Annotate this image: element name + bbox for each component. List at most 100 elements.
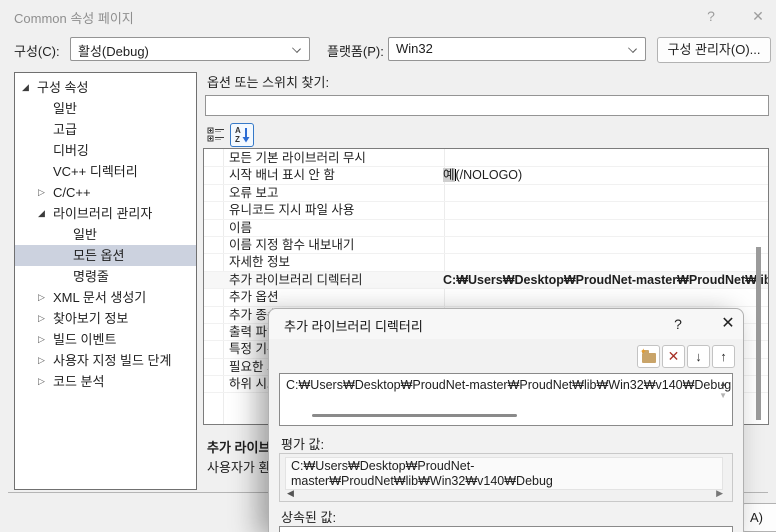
popup-help-icon[interactable]: ?: [667, 314, 689, 334]
row-gutter: [204, 150, 223, 166]
help-icon[interactable]: ?: [700, 6, 722, 26]
tree-item[interactable]: ▷찾아보기 정보: [15, 308, 196, 329]
tree-item[interactable]: ▷ 빌드 이벤트: [15, 329, 196, 350]
property-pages-dialog: { "window": { "title": "Common 속성 페이지", …: [0, 0, 776, 532]
svg-text:A: A: [235, 126, 241, 135]
evaluated-value-box: C:₩Users₩Desktop₩ProudNet-master₩ProudNe…: [279, 453, 733, 502]
popup-title: 추가 라이브러리 디렉터리: [284, 316, 423, 335]
collapsed-arrow-icon[interactable]: ▷: [38, 329, 45, 350]
scroll-down-icon[interactable]: ▼: [719, 391, 727, 400]
property-name: 오류 보고: [223, 185, 438, 201]
collapsed-arrow-icon[interactable]: ▷: [38, 371, 45, 392]
tree-item-label: 빌드 이벤트: [53, 332, 116, 347]
categorized-view-button[interactable]: [204, 123, 228, 147]
move-down-button[interactable]: ↓: [687, 345, 710, 368]
property-value[interactable]: [438, 150, 768, 166]
new-line-button[interactable]: ✦: [637, 345, 660, 368]
row-gutter: [204, 237, 223, 253]
tree-item-label: 명령줄: [73, 269, 109, 284]
property-value[interactable]: [438, 185, 768, 201]
chevron-down-icon: [628, 44, 637, 53]
evaluated-line-1: C:₩Users₩Desktop₩ProudNet-master₩ProudNe…: [291, 459, 717, 489]
tree-item[interactable]: VC++ 디렉터리: [15, 161, 196, 182]
row-gutter: [204, 307, 223, 323]
popup-close-icon[interactable]: ✕: [717, 314, 739, 334]
property-row[interactable]: 자세한 정보: [204, 254, 768, 271]
evaluated-value-text: C:₩Users₩Desktop₩ProudNet-master₩ProudNe…: [285, 457, 723, 490]
property-value[interactable]: 예(/NOLOGO): [438, 167, 768, 183]
chevron-down-icon: [292, 44, 301, 53]
tree-item[interactable]: 고급: [15, 119, 196, 140]
tree-item[interactable]: 모든 옵션: [15, 245, 196, 266]
tree-item[interactable]: 명령줄: [15, 266, 196, 287]
row-gutter: [204, 359, 223, 375]
directory-entry[interactable]: C:₩Users₩Desktop₩ProudNet-master₩ProudNe…: [286, 378, 731, 392]
expanded-arrow-icon[interactable]: ◢: [38, 203, 45, 224]
collapsed-arrow-icon[interactable]: ▷: [38, 182, 45, 203]
tree-item-label: 사용자 지정 빌드 단계: [53, 353, 171, 368]
search-input[interactable]: [205, 95, 769, 116]
apply-button[interactable]: A): [741, 503, 776, 532]
configuration-manager-button[interactable]: 구성 관리자(O)...: [657, 37, 771, 63]
tree-item[interactable]: ▷ XML 문서 생성기: [15, 287, 196, 308]
property-row[interactable]: 오류 보고: [204, 185, 768, 202]
list-horizontal-scrollbar[interactable]: [312, 414, 517, 417]
tree-item-label: XML 문서 생성기: [53, 290, 146, 305]
tree-item-label: 디버깅: [53, 143, 89, 158]
tree-item-label: 일반: [73, 227, 97, 242]
sparkle-icon: ✦: [640, 347, 647, 356]
property-name: 이름: [223, 220, 438, 236]
alphabetical-sort-button[interactable]: A Z: [230, 123, 254, 147]
close-icon[interactable]: ✕: [747, 6, 769, 26]
property-row[interactable]: 유니코드 지시 파일 사용: [204, 202, 768, 219]
expanded-arrow-icon[interactable]: ◢: [22, 77, 29, 98]
property-value[interactable]: [438, 254, 768, 270]
platform-select[interactable]: Win32: [388, 37, 646, 61]
property-name: 이름 지정 함수 내보내기: [223, 237, 438, 253]
tree-item-label: C/C++: [53, 185, 91, 200]
property-row[interactable]: 모든 기본 라이브러리 무시: [204, 150, 768, 167]
property-row[interactable]: 시작 배너 표시 안 함예(/NOLOGO): [204, 167, 768, 184]
configuration-select[interactable]: 활성(Debug): [70, 37, 310, 61]
directories-list[interactable]: C:₩Users₩Desktop₩ProudNet-master₩ProudNe…: [279, 373, 733, 426]
grid-vertical-scrollbar[interactable]: [756, 247, 761, 420]
property-name: 자세한 정보: [223, 254, 438, 270]
collapsed-arrow-icon[interactable]: ▷: [38, 287, 45, 308]
property-name: 추가 옵션: [223, 289, 438, 305]
scroll-right-icon[interactable]: ▶: [716, 488, 723, 499]
property-row[interactable]: 이름: [204, 220, 768, 237]
property-value[interactable]: [438, 289, 768, 305]
row-gutter: [204, 167, 223, 183]
delete-line-button[interactable]: ✕: [662, 345, 685, 368]
tree-item[interactable]: 일반: [15, 224, 196, 245]
tree-item[interactable]: ▷ C/C++: [15, 182, 196, 203]
property-value[interactable]: C:₩Users₩Desktop₩ProudNet-master₩ProudNe…: [438, 272, 768, 288]
scroll-left-icon[interactable]: ◀: [287, 488, 294, 499]
property-row[interactable]: 추가 옵션: [204, 289, 768, 306]
tree-item-label: 고급: [53, 122, 77, 137]
inherited-values-label: 상속된 값:: [281, 507, 336, 526]
property-value[interactable]: [438, 237, 768, 253]
property-row[interactable]: 추가 라이브러리 디렉터리C:₩Users₩Desktop₩ProudNet-m…: [204, 272, 768, 289]
property-name: 모든 기본 라이브러리 무시: [223, 150, 438, 166]
tree-item[interactable]: 디버깅: [15, 140, 196, 161]
evaluated-line-2: %(AdditionalLibraryDirectories): [291, 489, 717, 490]
selected-text: 예: [443, 168, 455, 182]
property-value[interactable]: [438, 202, 768, 218]
row-gutter: [204, 272, 223, 288]
collapsed-arrow-icon[interactable]: ▷: [38, 308, 45, 329]
tree-item[interactable]: 일반: [15, 98, 196, 119]
search-label: 옵션 또는 스위치 찾기:: [207, 72, 329, 91]
tree-item[interactable]: ▷코드 분석: [15, 371, 196, 392]
tree-item[interactable]: ◢ 구성 속성: [15, 77, 196, 98]
tree-item[interactable]: ▷ 사용자 지정 빌드 단계: [15, 350, 196, 371]
tree-item-label: 구성 속성: [37, 80, 88, 95]
categorized-icon: [205, 124, 227, 146]
move-up-button[interactable]: ↑: [712, 345, 735, 368]
property-value[interactable]: [438, 220, 768, 236]
scroll-up-icon[interactable]: ▲: [719, 379, 727, 388]
inherited-values-box[interactable]: [279, 526, 733, 532]
collapsed-arrow-icon[interactable]: ▷: [38, 350, 45, 371]
property-row[interactable]: 이름 지정 함수 내보내기: [204, 237, 768, 254]
tree-item[interactable]: ◢라이브러리 관리자: [15, 203, 196, 224]
